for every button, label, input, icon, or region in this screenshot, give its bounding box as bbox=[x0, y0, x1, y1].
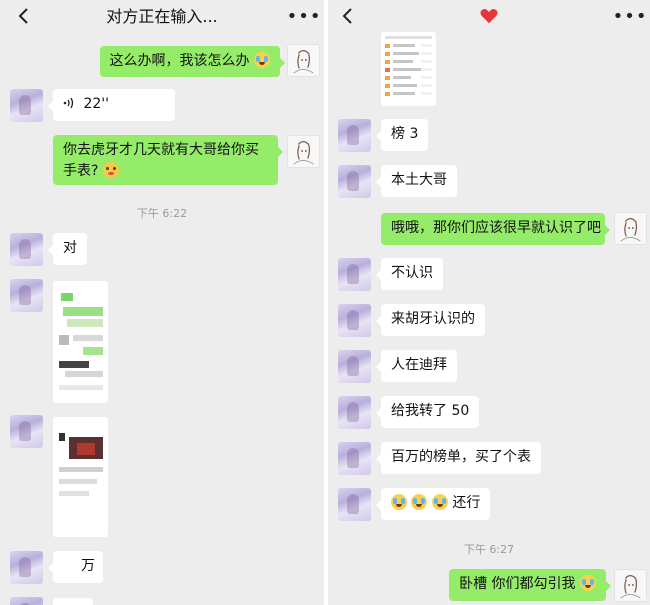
avatar-contact[interactable] bbox=[10, 279, 43, 312]
chat-panel-right: ••• 榜 3 本土大哥 哦哦，那你们应该很早就认识了吧 不认识 来胡牙认识的 … bbox=[328, 0, 650, 605]
avatar-self[interactable] bbox=[614, 212, 647, 245]
message-text: 来胡牙认识的 bbox=[391, 311, 475, 327]
message-bubble-outgoing[interactable]: 这么办啊，我该怎么办 bbox=[99, 46, 286, 77]
avatar-contact[interactable] bbox=[338, 442, 371, 475]
message-text: 还行 bbox=[452, 495, 481, 511]
avatar-contact[interactable] bbox=[338, 488, 371, 521]
chat-title: 对方正在输入... bbox=[106, 7, 218, 26]
avatar-contact[interactable] bbox=[10, 551, 43, 584]
message-text: 给我转了 50 bbox=[391, 403, 470, 419]
more-dots-icon[interactable]: ••• bbox=[287, 6, 321, 27]
avatar-contact[interactable] bbox=[338, 304, 371, 337]
avatar-contact[interactable] bbox=[338, 258, 371, 291]
avatar-self[interactable] bbox=[287, 44, 320, 77]
timestamp: 下午 6:27 bbox=[463, 543, 515, 556]
avatar-contact[interactable] bbox=[338, 119, 371, 152]
message-text: 对 bbox=[63, 240, 77, 256]
image-message-screenshot[interactable] bbox=[53, 281, 108, 403]
rolling-laughing-emoji-icon bbox=[411, 494, 428, 510]
message-text: 你去虎牙才几天就有大哥给你买手表? bbox=[63, 142, 259, 179]
message-bubble-incoming[interactable]: 给我转了 50 bbox=[375, 396, 480, 428]
message-text: 本土大哥 bbox=[391, 172, 447, 188]
timestamp: 下午 6:22 bbox=[136, 207, 188, 220]
chat-panel-left: 对方正在输入... ••• 这么办啊，我该怎么办 22'' 你去虎牙才几天就有大… bbox=[0, 0, 324, 605]
image-message-screenshot[interactable] bbox=[53, 417, 108, 537]
message-bubble-incoming[interactable]: 万 bbox=[48, 551, 103, 583]
avatar-contact[interactable] bbox=[10, 597, 43, 605]
avatar-contact[interactable] bbox=[10, 415, 43, 448]
message-bubble-incoming[interactable]: 人在迪拜 bbox=[376, 350, 457, 382]
message-bubble-incoming[interactable]: 对 bbox=[48, 233, 87, 265]
chat-header: 对方正在输入... ••• bbox=[0, 0, 324, 34]
message-text: 哦哦，那你们应该很早就认识了吧 bbox=[391, 220, 601, 236]
chat-header: ••• bbox=[328, 0, 650, 34]
message-bubble-incoming[interactable]: 来胡牙认识的 bbox=[376, 304, 485, 336]
avatar-sketch-icon bbox=[293, 50, 314, 74]
chevron-left-icon bbox=[342, 8, 352, 24]
message-bubble-outgoing[interactable]: 你去虎牙才几天就有大哥给你买手表? bbox=[53, 135, 283, 185]
avatar-sketch-icon bbox=[620, 575, 641, 599]
voice-wave-icon bbox=[63, 97, 74, 109]
more-dots-icon[interactable]: ••• bbox=[613, 6, 647, 27]
message-text: 卧槽 你们都勾引我 bbox=[459, 576, 576, 592]
message-text: 百万的榜单，买了个表 bbox=[391, 449, 531, 465]
voice-message-bubble[interactable]: 22'' bbox=[48, 89, 175, 121]
flushed-face-emoji-icon bbox=[102, 162, 119, 178]
message-bubble-incoming[interactable]: 不认识 bbox=[376, 258, 443, 290]
red-heart-icon bbox=[480, 9, 498, 24]
message-bubble-outgoing[interactable]: 卧槽 你们都勾引我 bbox=[449, 569, 611, 601]
loudly-crying-emoji-icon bbox=[254, 52, 270, 68]
message-text: 万 bbox=[81, 558, 95, 574]
avatar-contact[interactable] bbox=[10, 89, 43, 122]
avatar-sketch-icon bbox=[620, 218, 641, 242]
message-bubble-outgoing[interactable]: 哦哦，那你们应该很早就认识了吧 bbox=[381, 213, 610, 245]
image-message-screenshot[interactable] bbox=[381, 32, 436, 106]
back-button[interactable] bbox=[336, 5, 358, 27]
message-bubble-incoming[interactable]: 百万的榜单，买了个表 bbox=[376, 442, 541, 474]
rolling-laughing-emoji-icon bbox=[391, 494, 407, 510]
avatar-sketch-icon bbox=[293, 141, 314, 165]
voice-duration: 22'' bbox=[83, 96, 109, 112]
rolling-laughing-emoji-icon bbox=[431, 494, 448, 510]
message-text: 人在迪拜 bbox=[391, 357, 447, 373]
message-text: 不认识 bbox=[391, 265, 433, 281]
message-bubble-incoming[interactable]: 本土大哥 bbox=[376, 165, 457, 197]
avatar-contact[interactable] bbox=[10, 233, 43, 266]
avatar-contact[interactable] bbox=[338, 350, 371, 383]
avatar-contact[interactable] bbox=[338, 396, 371, 429]
avatar-self[interactable] bbox=[287, 135, 320, 168]
message-bubble-incoming[interactable]: 还行 bbox=[375, 488, 491, 520]
message-text: 这么办啊，我该怎么办 bbox=[109, 53, 250, 69]
avatar-self[interactable] bbox=[614, 569, 647, 602]
message-bubble-incoming-partial[interactable] bbox=[53, 598, 93, 605]
rolling-laughing-emoji-icon bbox=[580, 575, 596, 591]
message-text: 榜 3 bbox=[391, 126, 419, 142]
avatar-contact[interactable] bbox=[338, 165, 371, 198]
message-bubble-incoming[interactable]: 榜 3 bbox=[375, 119, 429, 151]
